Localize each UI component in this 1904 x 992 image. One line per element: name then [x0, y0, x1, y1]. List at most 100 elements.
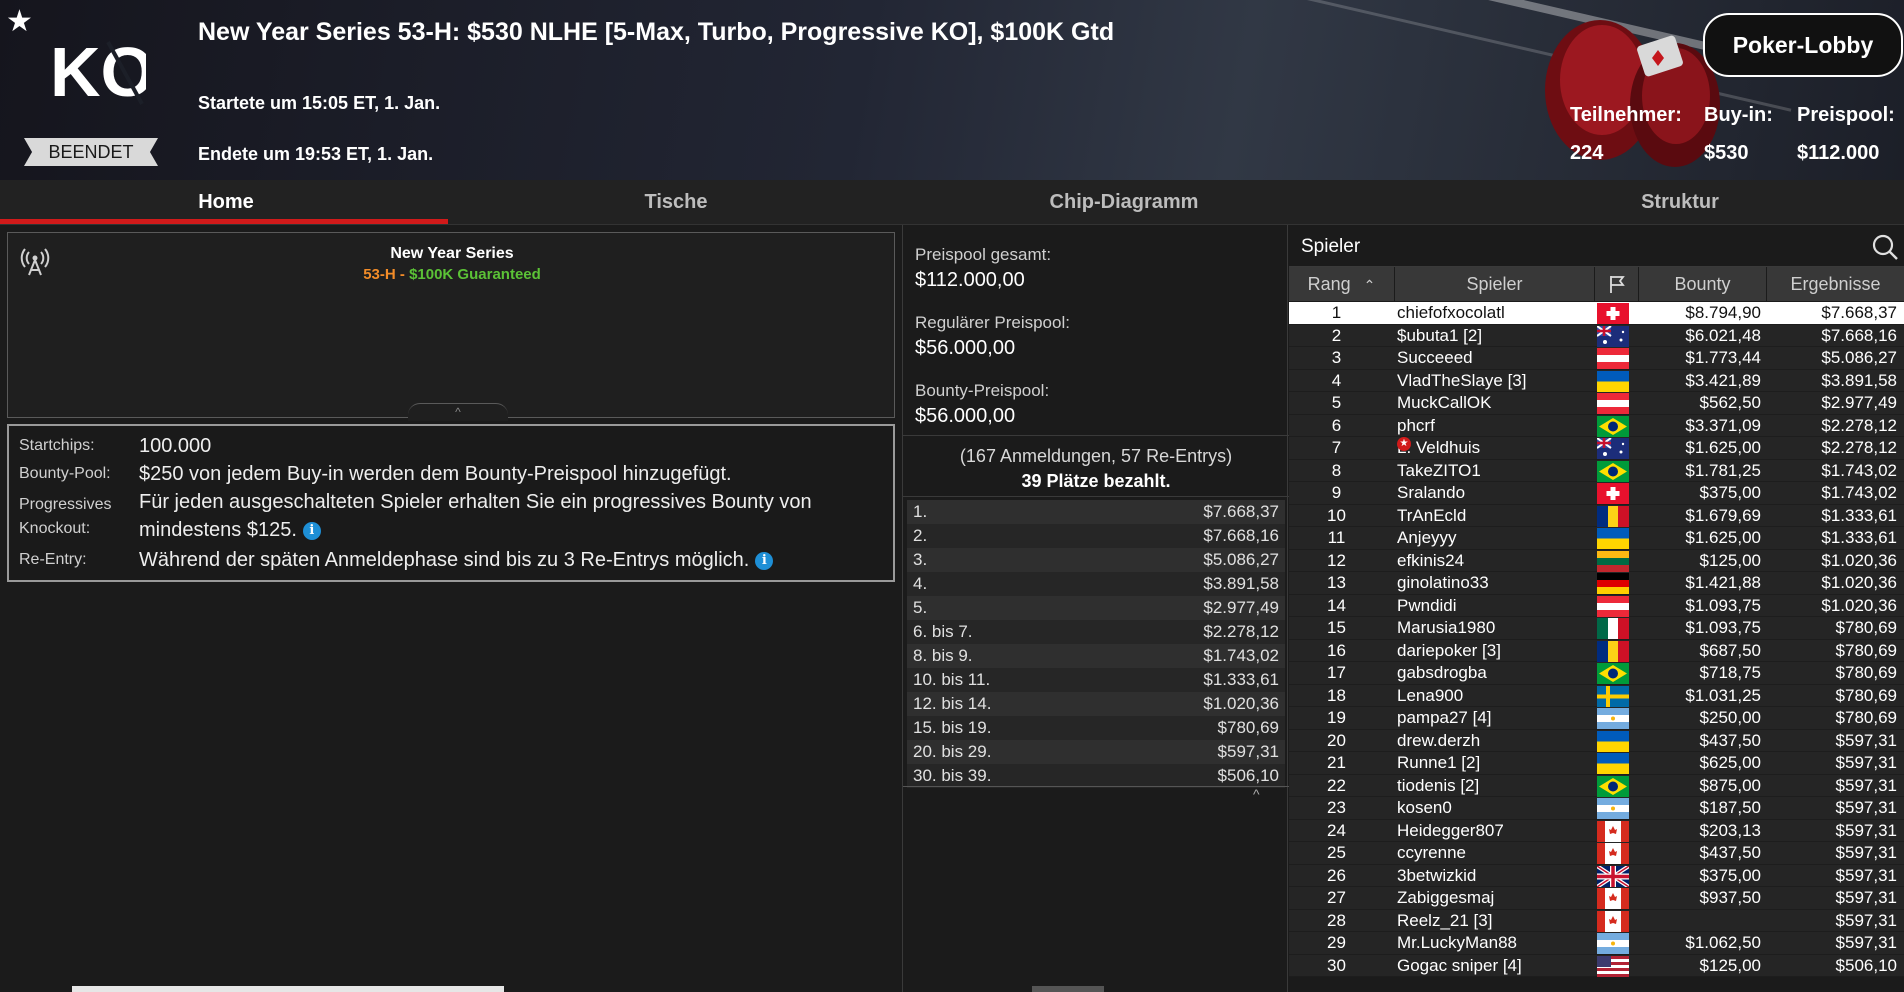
player-name-cell: kosen0 [1397, 797, 1597, 820]
player-row[interactable]: 29 Mr.LuckyMan88 $1.062,50 $597,31 [1289, 932, 1904, 955]
player-bounty: $1.093,75 [1685, 618, 1761, 637]
player-rank: 7 [1331, 438, 1342, 457]
player-result: $506,10 [1835, 955, 1897, 975]
player-name: Mr.LuckyMan88 [1397, 933, 1517, 952]
payout-row: 30. bis 39. $506,10 [907, 764, 1285, 788]
player-row[interactable]: 1 chiefofxocolatl $8.794,90 $7.668,37 [1289, 302, 1904, 325]
column-rank-label: Rang [1307, 274, 1351, 294]
startchips-value: 100.000 [139, 435, 212, 457]
player-row[interactable]: 17 gabsdrogba $718,75 $780,69 [1289, 662, 1904, 685]
player-row[interactable]: 11 Anjeyyy $1.625,00 $1.333,61 [1289, 527, 1904, 550]
pko-value-wrap: Für jeden ausgeschalteten Spieler erhalt… [139, 488, 879, 544]
player-name: gabsdrogba [1397, 663, 1487, 682]
player-row[interactable]: 27 Zabiggesmaj $937,50 $597,31 [1289, 887, 1904, 910]
players-title: Spieler [1301, 236, 1361, 257]
sort-ascending-icon: ⌃ [1363, 277, 1376, 293]
horizontal-scrollbar[interactable] [72, 986, 504, 992]
player-row[interactable]: 9 Sralando $375,00 $1.743,02 [1289, 482, 1904, 505]
poker-lobby-button[interactable]: Poker-Lobby [1703, 13, 1903, 77]
player-row[interactable]: 6 phcrf $3.371,09 $2.278,12 [1289, 414, 1904, 438]
prizepool-label: Preispool: [1797, 104, 1895, 126]
tab-chip-chart[interactable]: Chip-Diagramm [900, 180, 1348, 225]
country-flag-icon [1597, 775, 1629, 797]
player-rank: 12 [1327, 550, 1346, 570]
total-prizepool-label: Preispool gesamt: [915, 245, 1052, 264]
info-icon[interactable]: i [755, 552, 774, 570]
chevron-up-icon[interactable]: ^ [1253, 786, 1260, 802]
bounty-prizepool-value: $56.000,00 [915, 405, 1016, 427]
player-row[interactable]: 15 Marusia1980 $1.093,75 $780,69 [1289, 617, 1904, 640]
player-row[interactable]: 21 Runne1 [2] $625,00 $597,31 [1289, 752, 1904, 775]
player-row[interactable]: 26 3betwizkid $375,00 $597,31 [1289, 863, 1904, 889]
player-row[interactable]: 4 VladTheSlaye [3] $3.421,89 $3.891,58 [1289, 369, 1904, 392]
column-bounty[interactable]: Bounty [1639, 267, 1767, 301]
search-icon[interactable] [1871, 233, 1899, 261]
reentry-value: Während der späten Anmeldephase sind bis… [139, 549, 750, 571]
player-bounty: $3.421,89 [1685, 370, 1761, 390]
player-bounty: $8.794,90 [1685, 303, 1761, 322]
regular-prizepool-label: Regulärer Preispool: [915, 313, 1070, 332]
prizepool-panel: Preispool gesamt: $112.000,00 Regulärer … [902, 225, 1289, 992]
player-row[interactable]: 22 tiodenis [2] $875,00 $597,31 [1289, 774, 1904, 797]
player-rank: 17 [1327, 663, 1346, 682]
column-result[interactable]: Ergebnisse [1767, 267, 1904, 301]
player-name-cell: drew.derzh [1397, 730, 1597, 753]
player-row[interactable]: 25 ccyrenne $437,50 $597,31 [1289, 842, 1904, 865]
entries-text: (167 Anmeldungen, 57 Re-Entrys) [959, 446, 1233, 466]
player-row[interactable]: 5 MuckCallOK $562,50 $2.977,49 [1289, 392, 1904, 415]
tournament-lobby-window: ★ KO BEENDET New Year Series 53-H: $530 … [0, 0, 1904, 992]
tab-tables[interactable]: Tische [452, 180, 900, 225]
column-player[interactable]: Spieler [1395, 267, 1595, 301]
player-row[interactable]: 16 dariepoker [3] $687,50 $780,69 [1289, 639, 1904, 662]
player-rank: 10 [1327, 505, 1346, 525]
player-row[interactable]: 12 efkinis24 $125,00 $1.020,36 [1289, 549, 1904, 572]
player-result: $597,31 [1835, 753, 1897, 772]
players-table: 1 chiefofxocolatl $8.794,90 $7.668,37 2 $ubut… [1289, 302, 1904, 977]
player-rank: 21 [1327, 753, 1346, 772]
player-row[interactable]: 30 Gogac sniper [4] $125,00 $506,10 [1289, 954, 1904, 977]
player-name: ginolatino33 [1397, 573, 1489, 592]
info-icon[interactable]: i [302, 522, 321, 540]
column-flag[interactable] [1595, 267, 1639, 301]
country-flag-icon [1596, 437, 1629, 459]
player-row[interactable]: 19 pampa27 [4] $250,00 $780,69 [1289, 707, 1904, 730]
player-row[interactable]: 18 Lena900 $1.031,25 $780,69 [1289, 684, 1904, 707]
player-result: $2.278,12 [1821, 415, 1897, 435]
player-name: pampa27 [4] [1397, 708, 1492, 727]
player-row[interactable]: 24 Heidegger807 $203,13 $597,31 [1289, 819, 1904, 842]
player-name-cell: phcrf [1397, 415, 1597, 438]
player-row[interactable]: 3 Succeeed $1.773,44 $5.086,27 [1289, 347, 1904, 370]
country-flag-icon [1597, 730, 1629, 752]
player-name-cell: Mr.LuckyMan88 [1397, 932, 1597, 955]
collapse-handle[interactable]: ^ [408, 403, 508, 421]
player-row[interactable]: 7 ★ L. Veldhuis $1.625,00 $2.278,12 [1289, 437, 1904, 460]
payout-place: 15. bis 19. [913, 718, 992, 737]
payout-row: 8. bis 9. $1.743,02 [907, 644, 1285, 668]
country-flag-icon [1597, 483, 1629, 504]
player-row[interactable]: 23 kosen0 $187,50 $597,31 [1289, 797, 1904, 820]
player-row[interactable]: 2 $ubuta1 [2] $6.021,48 $7.668,16 [1289, 324, 1904, 347]
star-icon[interactable]: ★ [6, 4, 33, 39]
tab-structure[interactable]: Struktur [1456, 180, 1904, 225]
player-name-cell: Sralando [1397, 482, 1597, 505]
bounty-prizepool-label: Bounty-Preispool: [915, 381, 1050, 400]
player-rank: 4 [1331, 370, 1342, 390]
country-flag-icon [1597, 685, 1629, 707]
column-rank[interactable]: Rang ⌃ [1289, 267, 1395, 301]
player-row[interactable]: 14 Pwndidi $1.093,75 $1.020,36 [1289, 594, 1904, 617]
player-row[interactable]: 20 drew.derzh $437,50 $597,31 [1289, 729, 1904, 753]
player-row[interactable]: 10 TrAnEcld $1.679,69 $1.333,61 [1289, 504, 1904, 527]
ko-star-icon: ★ [1397, 437, 1411, 451]
player-row[interactable]: 13 ginolatino33 $1.421,88 $1.020,36 [1289, 572, 1904, 595]
player-row[interactable]: 28 Reelz_21 [3] $597,31 [1289, 909, 1904, 932]
player-rank: 22 [1327, 775, 1346, 795]
payout-place: 10. bis 11. [913, 670, 991, 689]
player-bounty: $437,50 [1699, 730, 1761, 750]
player-row[interactable]: 8 TakeZITO1 $1.781,25 $1.743,02 [1289, 459, 1904, 482]
payout-amount: $1.333,61 [1203, 670, 1279, 689]
player-name: kosen0 [1397, 798, 1452, 817]
player-name-cell: gabsdrogba [1397, 662, 1597, 685]
player-name: Heidegger807 [1397, 820, 1504, 840]
player-rank: 1 [1331, 303, 1342, 322]
player-name-cell: ccyrenne [1397, 842, 1597, 865]
